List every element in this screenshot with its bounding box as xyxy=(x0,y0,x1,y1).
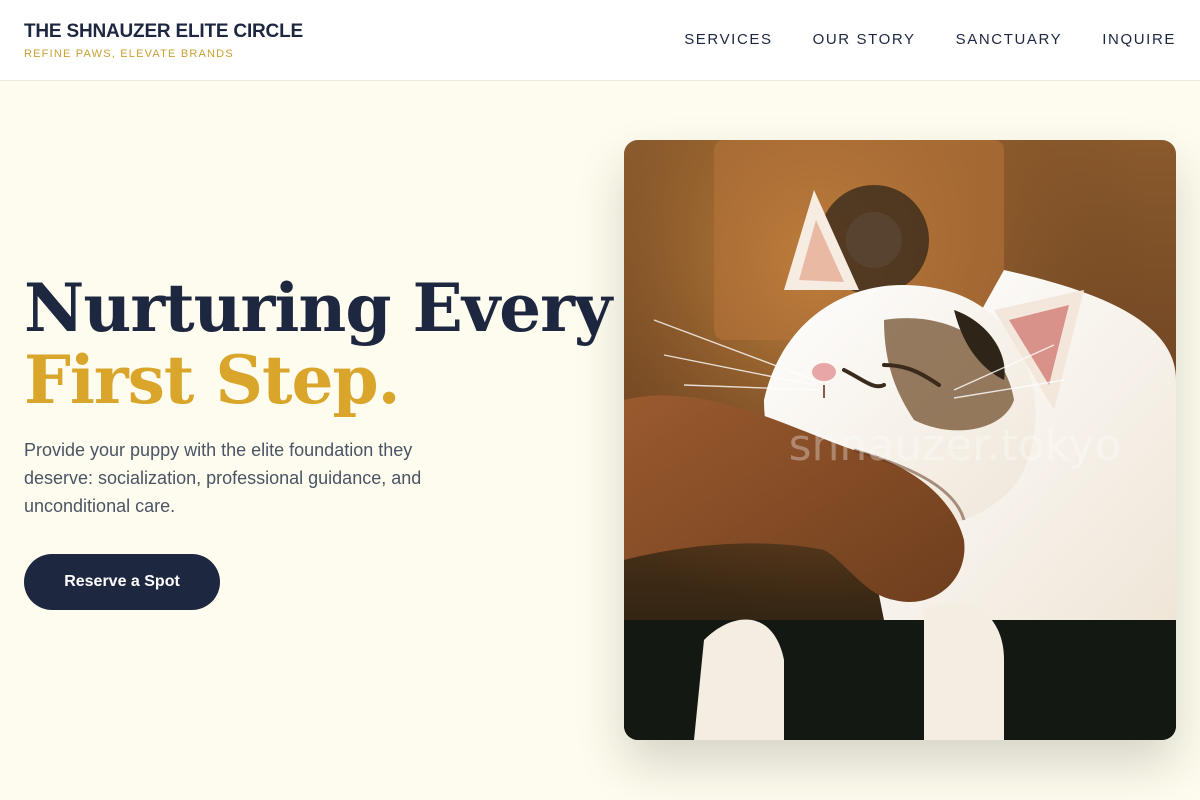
nav-item-our-story[interactable]: OUR STORY xyxy=(813,31,916,48)
headline-line-2: First Step. xyxy=(24,341,401,419)
hero-text: Nurturing Every First Step. Provide your… xyxy=(24,272,612,520)
hero-image: shnauzer.tokyo xyxy=(624,140,1176,740)
main-nav: SERVICES OUR STORY SANCTUARY INQUIRE xyxy=(684,31,1176,48)
nav-item-inquire[interactable]: INQUIRE xyxy=(1102,31,1176,48)
reserve-spot-button[interactable]: Reserve a Spot xyxy=(24,554,220,610)
nav-item-sanctuary[interactable]: SANCTUARY xyxy=(956,31,1063,48)
hero-headline: Nurturing Every First Step. xyxy=(24,272,612,419)
brand[interactable]: THE SHNAUZER ELITE CIRCLE REFINE PAWS, E… xyxy=(24,21,303,60)
site-header: THE SHNAUZER ELITE CIRCLE REFINE PAWS, E… xyxy=(0,0,1200,81)
nav-item-services[interactable]: SERVICES xyxy=(684,31,772,48)
headline-line-1: Nurturing Every xyxy=(24,269,612,347)
brand-title: THE SHNAUZER ELITE CIRCLE xyxy=(24,21,303,42)
brand-tagline: REFINE PAWS, ELEVATE BRANDS xyxy=(24,48,234,60)
cat-photo-illustration xyxy=(624,140,1176,740)
hero-description: Provide your puppy with the elite founda… xyxy=(24,440,422,516)
